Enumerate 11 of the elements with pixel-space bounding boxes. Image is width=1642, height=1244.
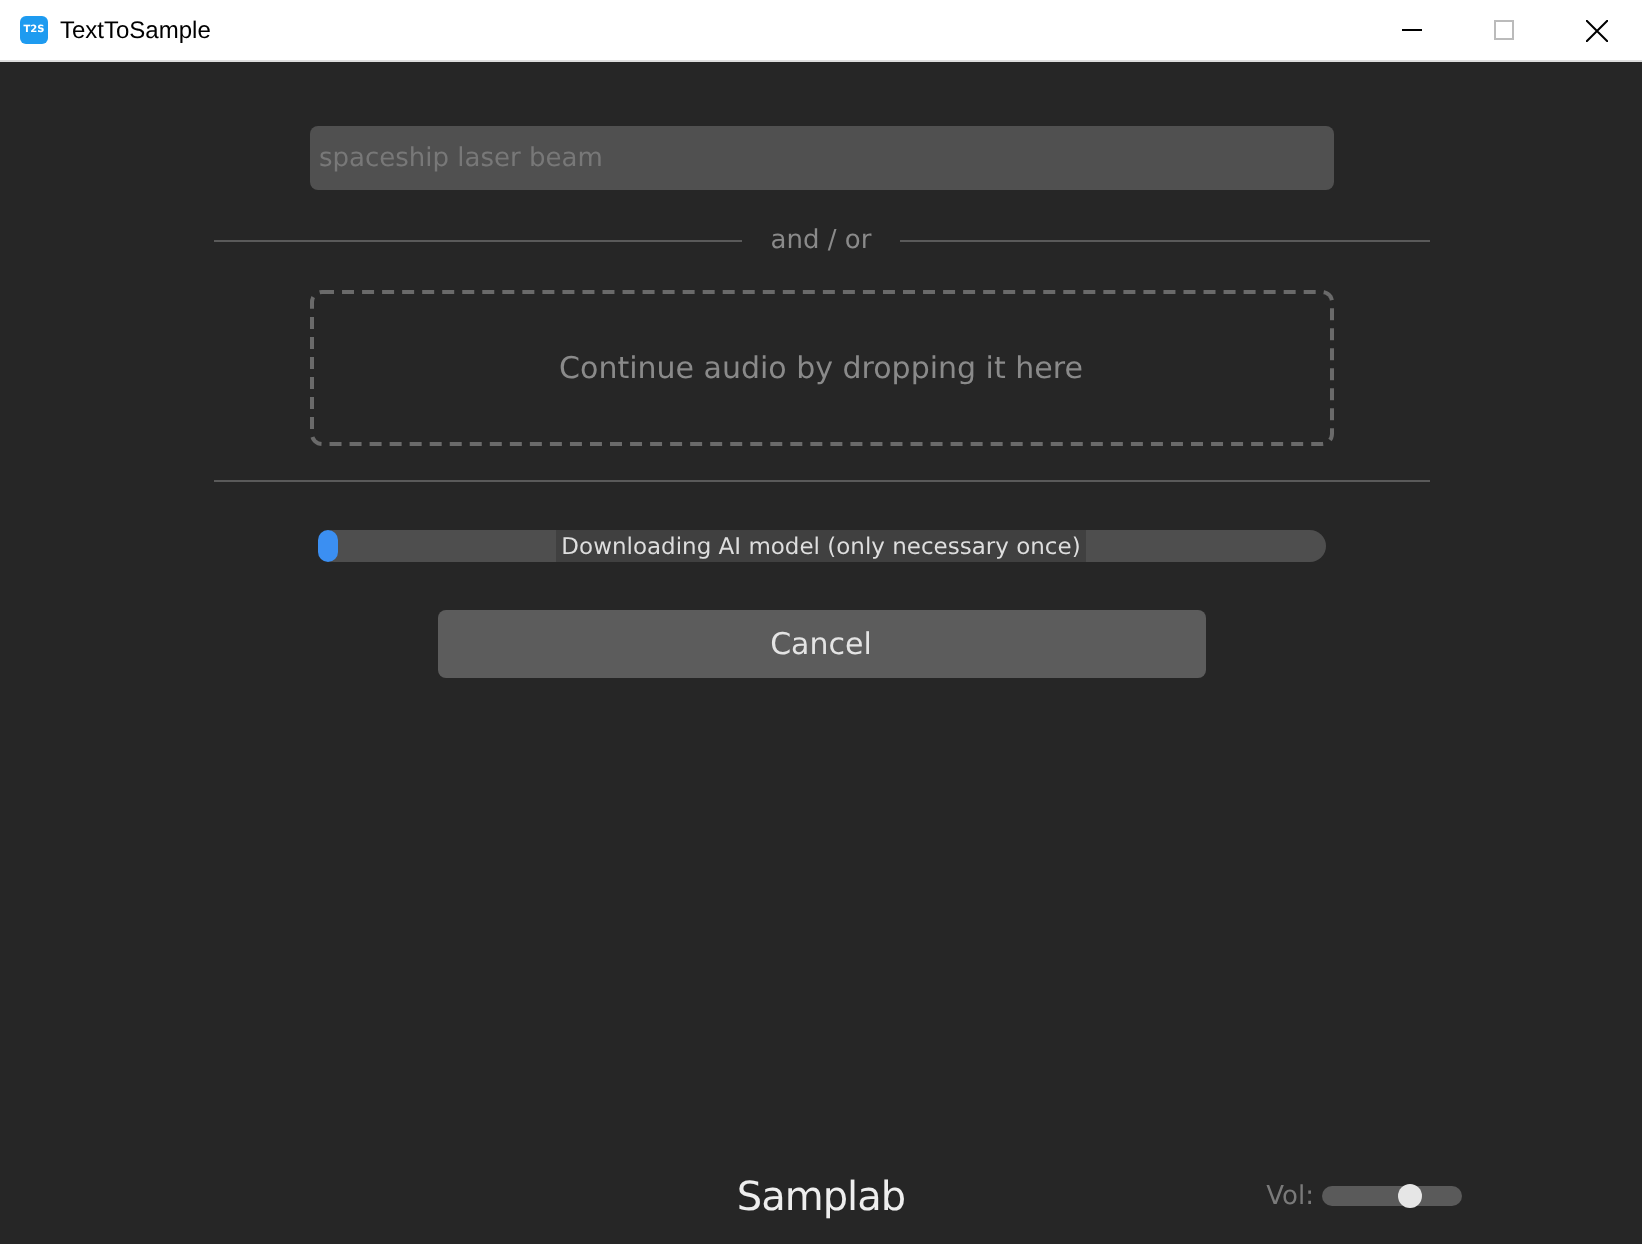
volume-label: Vol: xyxy=(1266,1181,1314,1211)
brand-logo: Samplab xyxy=(736,1172,906,1220)
window-title: TextToSample xyxy=(60,16,211,44)
slider-thumb[interactable] xyxy=(1398,1184,1423,1208)
close-icon xyxy=(1585,19,1607,41)
drop-zone[interactable]: Continue audio by dropping it here xyxy=(309,290,1333,446)
cancel-button[interactable]: Cancel xyxy=(437,610,1205,678)
maximize-icon xyxy=(1494,20,1514,40)
separator-label: and / or xyxy=(770,226,872,256)
progress-label: Downloading AI model (only necessary once) xyxy=(555,530,1087,562)
volume-slider[interactable] xyxy=(1322,1186,1462,1206)
